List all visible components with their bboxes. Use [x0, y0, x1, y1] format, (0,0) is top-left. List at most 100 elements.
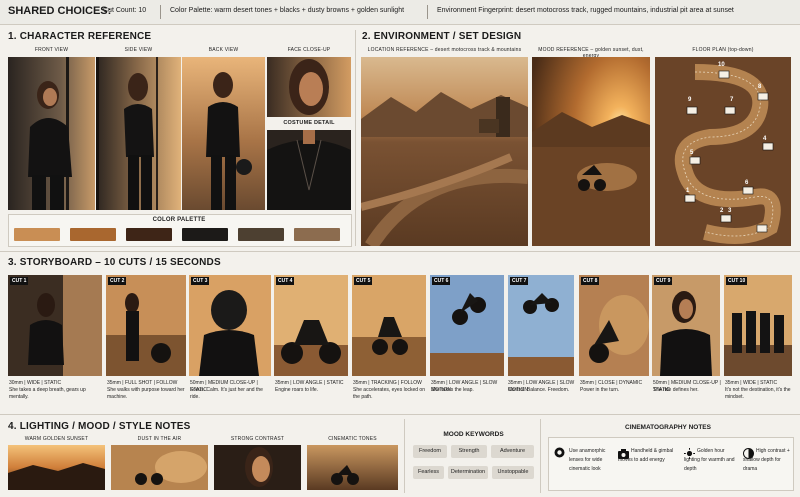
cinematography-note-4: High contrast + shallow depth for drama: [743, 448, 790, 472]
palette-swatch-2: [70, 228, 116, 241]
floor-mark-10: 10: [718, 62, 725, 68]
floor-mark-9: 9: [688, 97, 692, 103]
floor-mark-1: 1: [686, 188, 690, 194]
cut-5-badge: CUT 5: [354, 277, 373, 285]
mood-chip-determination: Determination: [448, 466, 488, 479]
location-reference-label: LOCATION REFERENCE – desert motocross tr…: [367, 47, 522, 53]
section-divider: [404, 419, 405, 493]
palette-swatch-3: [126, 228, 172, 241]
cut-4-spec: 35mm | LOW ANGLE | STATIC: [275, 380, 344, 386]
palette-summary: Color Palette: warm desert tones + black…: [170, 7, 405, 14]
cinematography-note-1: Use anamorphic lenses for wide cinematic…: [569, 448, 606, 472]
mood-chip-freedom: Freedom: [413, 445, 447, 458]
cut-4-desc: Engine roars to life.: [275, 387, 319, 393]
cut-8-frame: [579, 275, 649, 376]
mood-chip-unstoppable: Unstoppable: [492, 466, 534, 479]
front-view-label: FRONT VIEW: [34, 47, 69, 53]
cut-9-frame: [652, 275, 720, 376]
floor-plan-label: FLOOR PLAN (top-down): [692, 47, 754, 53]
environment-fingerprint: Environment Fingerprint: desert motocros…: [437, 7, 734, 14]
section-divider: [0, 251, 800, 252]
floor-mark-2: 2: [720, 208, 724, 214]
face-closeup-image: [267, 57, 351, 117]
cut-6-frame: [430, 275, 504, 376]
cut-8-desc: Power in the turn.: [580, 387, 620, 393]
mood-chip-adventure: Adventure: [491, 445, 534, 458]
cut-3-frame: [189, 275, 271, 376]
side-view-label: SIDE VIEW: [124, 47, 153, 53]
cut-7-desc: Control. Balance. Freedom.: [508, 387, 570, 393]
cut-7-frame: [508, 275, 574, 376]
cut-2-spec: 35mm | FULL SHOT | FOLLOW: [107, 380, 178, 386]
back-view-label: BACK VIEW: [208, 47, 239, 53]
palette-swatch-5: [238, 228, 284, 241]
mood-chip-fearless: Fearless: [413, 466, 444, 479]
mood-keywords-title: MOOD KEYWORDS: [443, 431, 504, 438]
cut-1-spec: 30mm | WIDE | STATIC: [9, 380, 62, 386]
cut-3-desc: Focus. Calm. It's just her and the ride.: [190, 387, 263, 400]
section-divider: [540, 419, 541, 493]
cinematography-note-2: Handheld & gimbal moves to add energy: [618, 448, 674, 463]
cut-4-badge: CUT 4: [276, 277, 295, 285]
cut-9-desc: The ride defines her.: [653, 387, 699, 393]
cut-8-spec: 35mm | CLOSE | DYNAMIC: [580, 380, 643, 386]
cut-1-frame: [8, 275, 102, 376]
palette-swatch-4: [182, 228, 228, 241]
floor-mark-3: 3: [728, 208, 732, 214]
side-view-image: [96, 57, 181, 210]
lighting-label-3: STRONG CONTRAST: [230, 436, 285, 442]
cut-10-desc: It's not the destination, it's the minds…: [725, 387, 791, 400]
dust-in-air-image: [111, 445, 208, 490]
color-palette-title: COLOR PALETTE: [152, 217, 206, 223]
cut-2-desc: She walks with purpose toward her machin…: [107, 387, 185, 400]
costume-detail-label: COSTUME DETAIL: [283, 120, 335, 126]
section-divider: [0, 414, 800, 415]
location-reference-image: [361, 57, 528, 246]
storyboard-section-title: 3. STORYBOARD – 10 CUTS / 15 SECONDS: [8, 257, 221, 268]
header-bar: SHARED CHOICES: Cut Count: 10 Color Pale…: [0, 0, 800, 25]
cut-count: Cut Count: 10: [103, 7, 147, 14]
floor-mark-8: 8: [758, 84, 762, 90]
cinematography-title: CINEMATOGRAPHY NOTES: [625, 424, 711, 431]
costume-detail-image: [267, 130, 351, 210]
cut-6-desc: She takes the leap.: [431, 387, 474, 393]
character-section-title: 1. CHARACTER REFERENCE: [8, 31, 152, 42]
palette-swatch-1: [14, 228, 60, 241]
cinematic-tones-image: [307, 445, 398, 490]
lighting-label-2: DUST IN THE AIR: [137, 436, 182, 442]
cut-5-frame: [352, 275, 426, 376]
lighting-section-title: 4. LIGHTING / MOOD / STYLE NOTES: [8, 421, 191, 432]
environment-section-title: 2. ENVIRONMENT / SET DESIGN: [362, 31, 522, 42]
floor-mark-6: 6: [745, 180, 749, 186]
divider: [160, 5, 161, 19]
cut-2-badge: CUT 2: [108, 277, 127, 285]
cut-10-badge: CUT 10: [726, 277, 748, 285]
back-view-image: [182, 57, 265, 210]
cut-4-frame: [274, 275, 348, 376]
cut-8-badge: CUT 8: [581, 277, 600, 285]
cut-1-badge: CUT 1: [10, 277, 29, 285]
cut-5-desc: She accelerates, eyes locked on the path…: [353, 387, 425, 400]
mood-reference-image: [532, 57, 650, 246]
cut-6-badge: CUT 6: [432, 277, 451, 285]
lighting-label-1: WARM GOLDEN SUNSET: [24, 436, 89, 442]
front-view-image: [8, 57, 95, 210]
strong-contrast-image: [214, 445, 301, 490]
cut-7-badge: CUT 7: [510, 277, 529, 285]
floor-mark-7: 7: [730, 97, 734, 103]
cut-9-badge: CUT 9: [654, 277, 673, 285]
warm-sunset-image: [8, 445, 105, 490]
floor-plan-image: [655, 57, 791, 246]
cut-2-frame: [106, 275, 186, 376]
face-closeup-label: FACE CLOSE-UP: [287, 47, 331, 53]
mood-chip-strength: Strength: [451, 445, 487, 458]
lens-icon: [554, 445, 565, 458]
lighting-label-4: CINEMATIC TONES: [328, 436, 377, 442]
header-title: SHARED CHOICES:: [8, 5, 112, 17]
section-divider: [355, 30, 356, 246]
divider: [427, 5, 428, 19]
cut-1-desc: She takes a deep breath, gears up mental…: [9, 387, 86, 400]
cinematography-note-3: Golden hour lighting for warmth and dept…: [684, 448, 735, 472]
palette-swatch-6: [294, 228, 340, 241]
floor-mark-5: 5: [690, 150, 694, 156]
